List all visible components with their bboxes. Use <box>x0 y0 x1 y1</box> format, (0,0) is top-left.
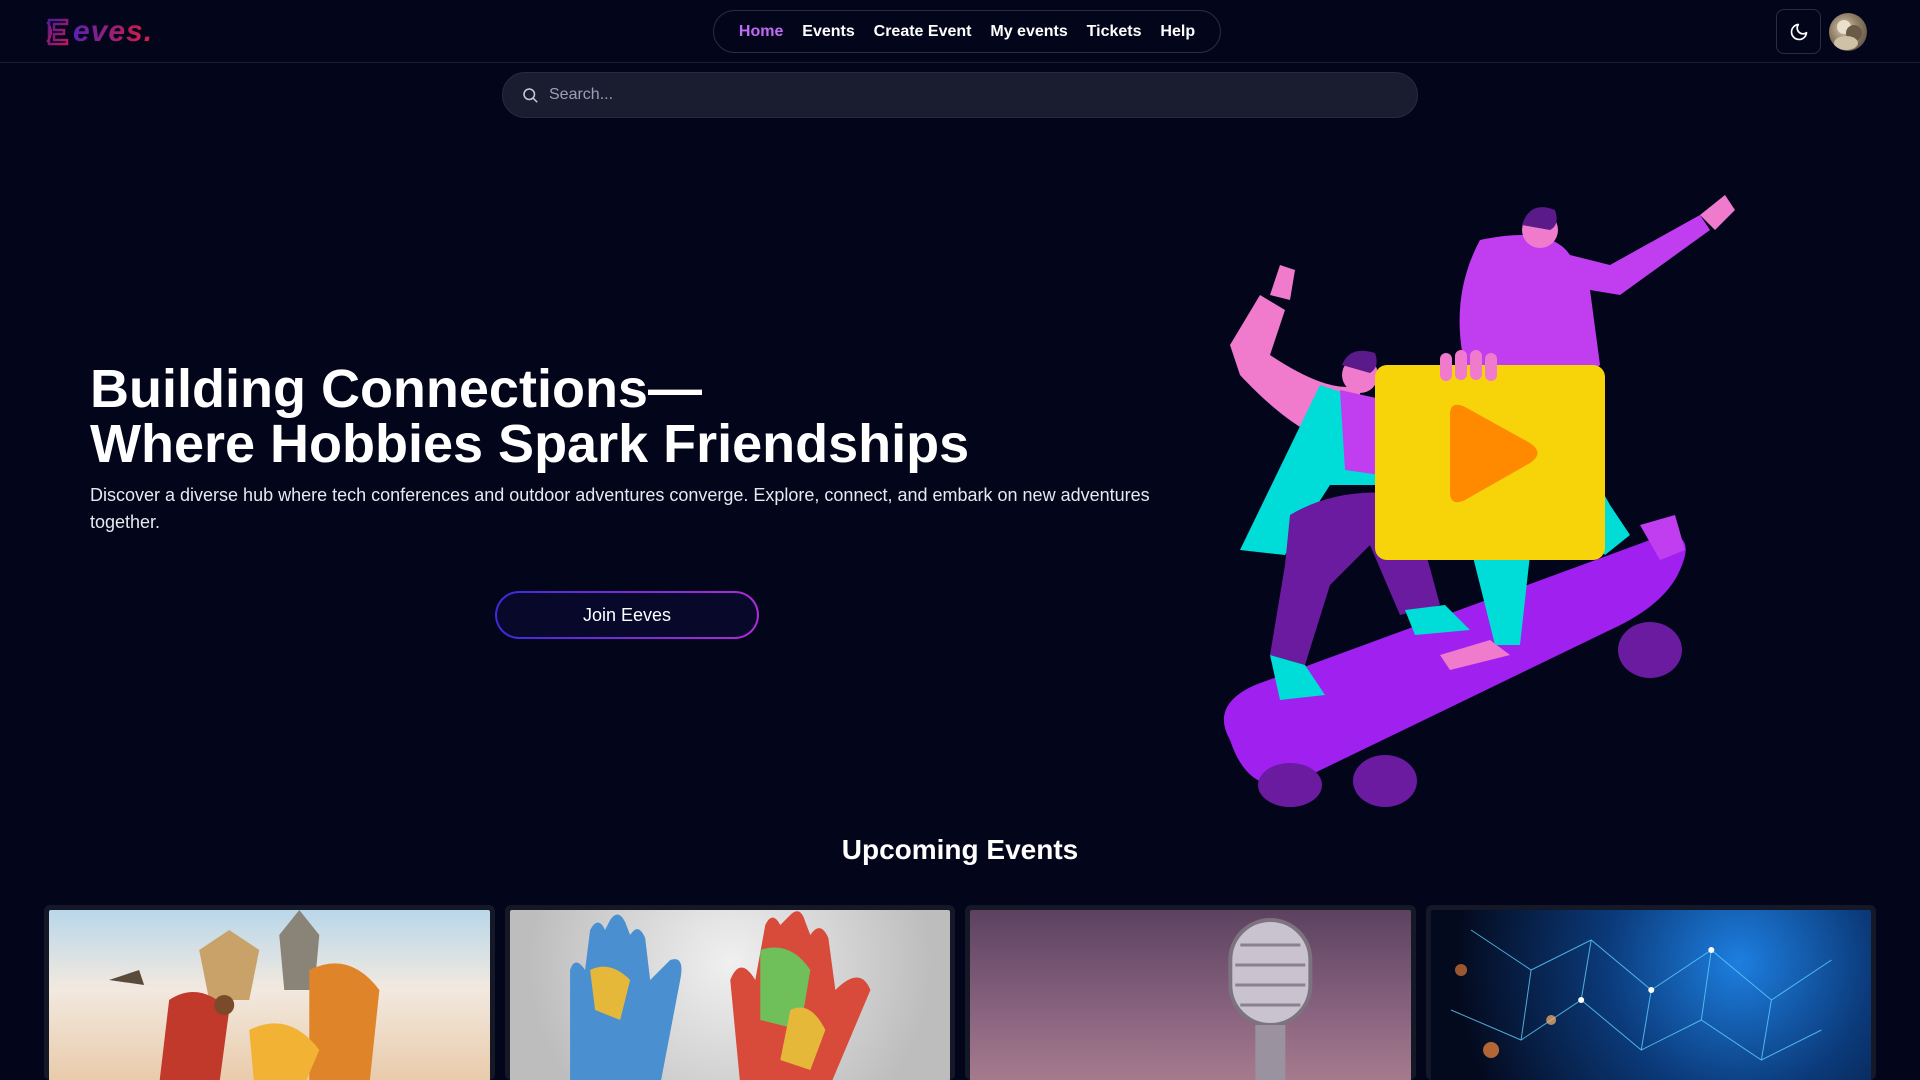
avatar-image <box>1834 20 1862 50</box>
hero-title-line-2: Where Hobbies Spark Friendships <box>90 414 970 474</box>
upcoming-events-list <box>44 905 1876 1080</box>
event-image-microphone <box>970 910 1411 1080</box>
moon-icon <box>1790 23 1807 40</box>
search-icon <box>523 88 538 103</box>
main-nav: Home Events Create Event My events Ticke… <box>713 10 1221 53</box>
hero-description: Discover a diverse hub where tech confer… <box>90 485 1150 532</box>
event-image-network-technology <box>1430 910 1871 1080</box>
nav-item-tickets[interactable]: Tickets <box>1087 23 1142 41</box>
event-image-world-map-hands <box>509 910 950 1080</box>
event-card[interactable] <box>504 905 955 1080</box>
top-header: eves. Home Events Create Event My events… <box>0 0 1920 63</box>
nav-item-events[interactable]: Events <box>802 23 854 41</box>
video-card-illustration <box>1375 350 1605 560</box>
join-eeves-button[interactable]: Join Eeves <box>495 591 759 639</box>
user-avatar[interactable] <box>1829 13 1867 51</box>
theme-toggle-button[interactable] <box>1776 9 1821 54</box>
event-card[interactable] <box>1425 905 1876 1080</box>
nav-item-home[interactable]: Home <box>739 23 783 41</box>
event-card[interactable] <box>965 905 1416 1080</box>
upcoming-events-title: Upcoming Events <box>841 834 1079 865</box>
event-card[interactable] <box>44 905 495 1080</box>
search-bar[interactable] <box>502 72 1418 118</box>
logo-text: eves. <box>73 15 154 48</box>
hero-title-line-1: Building Connections— <box>90 359 702 419</box>
nav-item-help[interactable]: Help <box>1160 23 1195 41</box>
hero-illustration <box>1223 195 1735 807</box>
nav-item-my-events[interactable]: My events <box>990 23 1067 41</box>
event-image-cultural-dance <box>49 910 490 1080</box>
nav-item-create-event[interactable]: Create Event <box>874 23 972 41</box>
hero-title: Building Connections— Where Hobbies Spar… <box>90 362 1190 472</box>
search-input[interactable] <box>549 86 1399 104</box>
logo-mark-icon <box>46 18 69 46</box>
eeves-logo[interactable]: eves. <box>45 12 153 52</box>
